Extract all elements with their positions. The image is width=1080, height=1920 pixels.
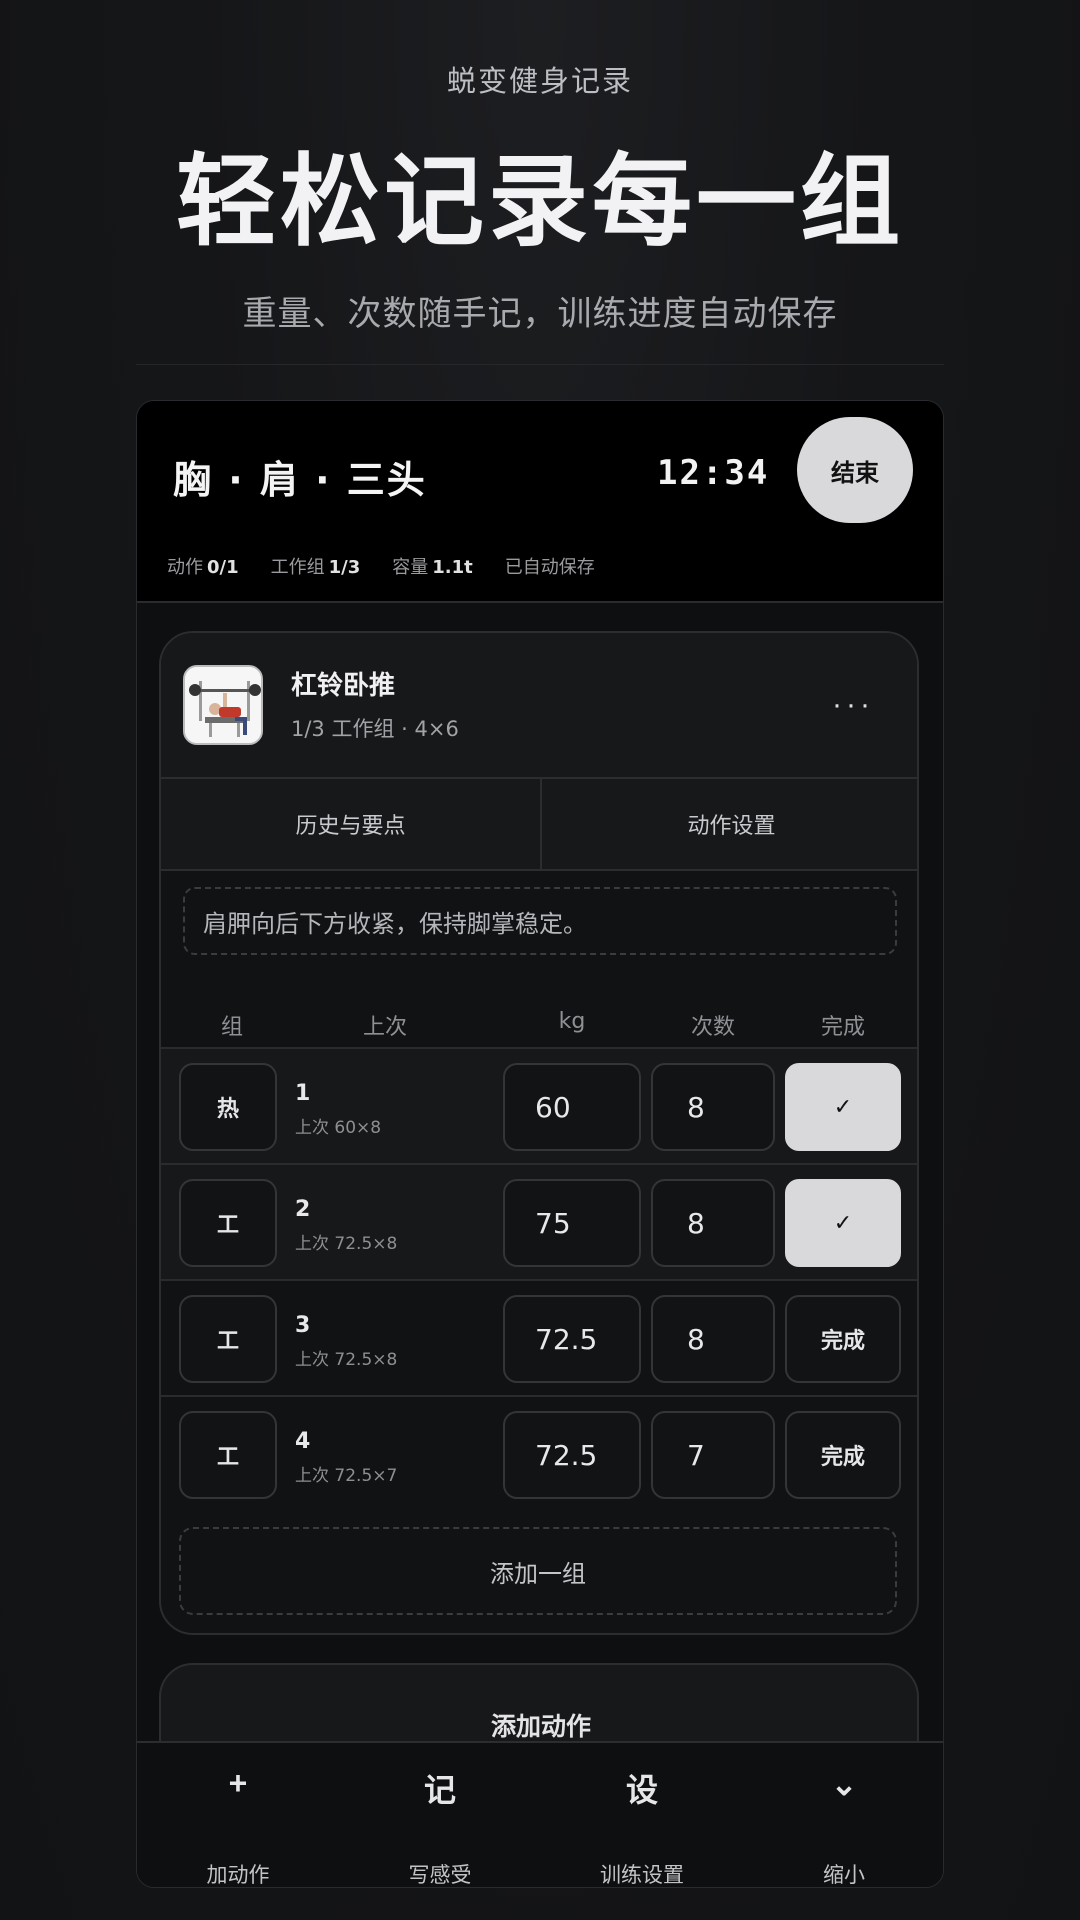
column-header-last: 上次 — [362, 1015, 407, 1040]
tab-history-tips[interactable]: 历史与要点 — [161, 779, 540, 869]
toolbar-label: 加动作 — [206, 1864, 270, 1887]
set-row: 工 2 上次 72.5×8 75 8 ✓ — [161, 1163, 917, 1279]
exercise-meta: 1/3 工作组 · 4×6 — [291, 717, 459, 741]
workout-stats: 动作 0/1 工作组 1/3 容量 1.1t 已自动保存 — [167, 553, 595, 579]
set-previous: 上次 60×8 — [295, 1118, 382, 1138]
set-type-button[interactable]: 工 — [179, 1295, 277, 1383]
set-number: 1 — [295, 1081, 311, 1106]
weight-input[interactable]: 60 — [503, 1063, 641, 1151]
app-screen: 胸 · 肩 · 三头 12:34 结束 动作 0/1 工作组 1/3 容量 1.1t … — [136, 400, 944, 1888]
exercise-header: 杠铃卧推 1/3 工作组 · 4×6 ··· — [161, 633, 917, 779]
workout-header: 胸 · 肩 · 三头 12:34 结束 动作 0/1 工作组 1/3 容量 1.1t … — [137, 401, 943, 603]
subtitle: 重量、次数随手记，训练进度自动保存 — [242, 294, 838, 334]
note-icon: 记 — [423, 1772, 456, 1808]
weight-input[interactable]: 75 — [503, 1179, 641, 1267]
set-previous: 上次 72.5×7 — [295, 1466, 398, 1486]
column-header-kg: kg — [558, 1009, 586, 1034]
toolbar-write-notes[interactable]: 记 写感受 — [339, 1743, 541, 1887]
divider — [136, 364, 944, 365]
toolbar-label: 写感受 — [408, 1864, 472, 1887]
set-type-button[interactable]: 热 — [179, 1063, 277, 1151]
end-workout-button[interactable]: 结束 — [797, 417, 913, 523]
toolbar-label: 缩小 — [823, 1864, 865, 1887]
autosave-status: 已自动保存 — [504, 557, 595, 578]
bottom-toolbar: + 加动作 记 写感受 设 训练设置 ⌄ 缩小 — [137, 1741, 943, 1887]
set-previous: 上次 72.5×8 — [295, 1350, 398, 1370]
set-number: 2 — [295, 1197, 311, 1222]
headline: 轻松记录每一组 — [176, 143, 904, 260]
exercise-tabs: 历史与要点 动作设置 — [161, 779, 917, 871]
exercise-note[interactable]: 肩胛向后下方收紧，保持脚掌稳定。 — [183, 887, 897, 955]
exercise-card: 杠铃卧推 1/3 工作组 · 4×6 ··· 历史与要点 动作设置 肩胛向后下方… — [159, 631, 919, 1635]
set-row: 工 3 上次 72.5×8 72.5 8 完成 — [161, 1279, 917, 1395]
bench-press-thumbnail-icon[interactable] — [183, 665, 263, 745]
set-type-button[interactable]: 工 — [179, 1179, 277, 1267]
chevron-down-icon: ⌄ — [830, 1766, 858, 1802]
toolbar-training-settings[interactable]: 设 训练设置 — [541, 1743, 743, 1887]
column-header-done: 完成 — [820, 1015, 865, 1040]
workout-timer: 12:34 — [657, 453, 770, 493]
toolbar-add-exercise[interactable]: + 加动作 — [137, 1743, 339, 1887]
set-complete-button[interactable]: 完成 — [785, 1295, 901, 1383]
exercise-name: 杠铃卧推 — [291, 671, 396, 701]
set-number: 3 — [295, 1313, 311, 1338]
set-number: 4 — [295, 1429, 311, 1454]
add-exercise-label: 添加动作 — [490, 1712, 591, 1741]
weight-input[interactable]: 72.5 — [503, 1295, 641, 1383]
brand-name: 蜕变健身记录 — [446, 64, 633, 98]
workout-title: 胸 · 肩 · 三头 — [173, 458, 427, 502]
reps-input[interactable]: 7 — [651, 1411, 775, 1499]
reps-input[interactable]: 8 — [651, 1295, 775, 1383]
set-complete-check-icon[interactable]: ✓ — [785, 1063, 901, 1151]
set-type-button[interactable]: 工 — [179, 1411, 277, 1499]
toolbar-minimize[interactable]: ⌄ 缩小 — [743, 1743, 943, 1887]
set-previous: 上次 72.5×8 — [295, 1234, 398, 1254]
reps-input[interactable]: 8 — [651, 1179, 775, 1267]
toolbar-label: 训练设置 — [600, 1864, 684, 1887]
plus-icon: + — [228, 1765, 248, 1801]
set-row: 工 4 上次 72.5×7 72.5 7 完成 — [161, 1395, 917, 1511]
set-complete-check-icon[interactable]: ✓ — [785, 1179, 901, 1267]
weight-input[interactable]: 72.5 — [503, 1411, 641, 1499]
more-options-icon[interactable]: ··· — [823, 685, 883, 725]
set-complete-button[interactable]: 完成 — [785, 1411, 901, 1499]
stat-volume: 容量 1.1t — [392, 557, 473, 578]
column-header-set: 组 — [220, 1015, 243, 1040]
add-set-button[interactable]: 添加一组 — [179, 1527, 897, 1615]
tab-exercise-settings[interactable]: 动作设置 — [540, 779, 917, 869]
column-header-reps: 次数 — [690, 1015, 735, 1040]
settings-icon: 设 — [625, 1772, 658, 1808]
stat-exercises: 动作 0/1 — [167, 557, 239, 578]
stat-work-sets: 工作组 1/3 — [270, 557, 361, 578]
reps-input[interactable]: 8 — [651, 1063, 775, 1151]
set-row: 热 1 上次 60×8 60 8 ✓ — [161, 1047, 917, 1163]
